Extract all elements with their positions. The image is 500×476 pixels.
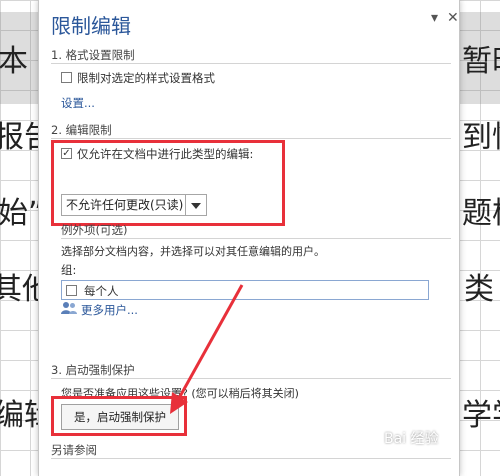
- doc-text-left-1: 本: [0, 44, 28, 79]
- pane-title: 限制编辑: [51, 14, 131, 38]
- exceptions-heading: 例外项(可选): [61, 223, 128, 237]
- section-editing-heading: 2. 编辑限制: [51, 123, 112, 137]
- doc-text-right-3: 题样: [462, 196, 500, 231]
- pane-options-icon[interactable]: ▾: [431, 10, 438, 26]
- doc-text-left-3: 始”: [0, 196, 44, 231]
- section-enforce-heading: 3. 启动强制保护: [51, 363, 135, 377]
- everyone-label: 每个人: [84, 284, 119, 298]
- section-divider: [51, 138, 451, 139]
- users-icon: [61, 302, 77, 314]
- group-list[interactable]: 每个人: [61, 280, 429, 300]
- section-divider: [51, 63, 451, 64]
- doc-text-right-4: 类: [464, 272, 494, 307]
- everyone-checkbox[interactable]: [66, 285, 77, 296]
- exceptions-description: 选择部分文档内容，并选择可以对其任意编辑的用户。: [61, 245, 325, 258]
- doc-text-right-5: 学学: [462, 398, 500, 433]
- watermark: Bai 经验: [384, 431, 439, 447]
- doc-text-right-2: 到忧: [462, 120, 500, 155]
- section-divider: [51, 378, 451, 379]
- section-format-heading: 1. 格式设置限制: [51, 48, 135, 62]
- section-divider: [51, 458, 451, 459]
- group-label: 组:: [61, 263, 77, 277]
- doc-text-right-1: 暂时: [462, 44, 500, 79]
- format-restrict-label: 限制对选定的样式设置格式: [77, 71, 215, 85]
- highlight-box-enforce: [51, 396, 187, 436]
- restrict-editing-pane: 限制编辑 ▾ ✕ 1. 格式设置限制 限制对选定的样式设置格式 设置... 2.…: [38, 0, 460, 476]
- format-restrict-checkbox[interactable]: [61, 72, 72, 83]
- see-also-heading: 另请参阅: [51, 443, 97, 457]
- highlight-box-editing: [51, 140, 285, 226]
- settings-link[interactable]: 设置...: [61, 95, 95, 111]
- more-users-link[interactable]: 更多用户...: [81, 302, 138, 318]
- exceptions-divider: [61, 238, 451, 239]
- close-icon[interactable]: ✕: [447, 10, 459, 26]
